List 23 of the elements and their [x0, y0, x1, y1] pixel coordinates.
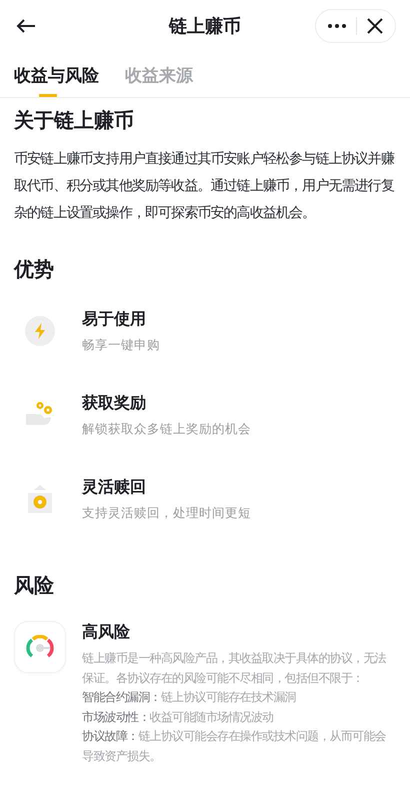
advantage-title: 获取奖励 — [82, 392, 147, 414]
risk-gauge-icon — [26, 635, 54, 659]
close-icon — [367, 18, 383, 34]
advantage-description: 解锁获取众多链上奖励的机会 — [82, 420, 252, 438]
back-arrow-icon — [16, 18, 36, 34]
lightning-icon — [25, 316, 55, 346]
coin-box-icon — [27, 484, 53, 514]
advantage-title: 易于使用 — [82, 308, 147, 330]
about-text: 币安链上赚币支持用户直接通过其币安账户轻松参与链上协议并赚取代币、积分或其他奖励等收益。通过链上赚币，用户无需进行复杂的链上设置或操作，即可探索币安的高收益机会。 — [14, 150, 396, 223]
tab[interactable]: 收益与风险 — [14, 64, 99, 97]
risk-point: 智能合约漏洞：链上协议可能存在技术漏洞 — [82, 689, 297, 706]
advantage-title: 灵活赎回 — [82, 476, 147, 498]
section-title: 关于链上赚币 — [14, 107, 135, 134]
advantage-description: 畅享一键申购 — [82, 336, 161, 354]
risk-description: 链上赚币是一种高风险产品，其收益取决于具体的协议，无法保证。各协议存在的风险可能不尽相同，包括但不限于： — [82, 650, 387, 686]
page-title: 链上赚币 — [169, 16, 241, 37]
more-icon — [328, 24, 346, 28]
section-title: 风险 — [14, 572, 55, 599]
risk-title: 高风险 — [82, 621, 131, 643]
section-title: 优势 — [14, 256, 55, 283]
advantage-description: 支持灵活赎回，处理时间更短 — [82, 504, 252, 522]
risk-point: 市场波动性：收益可能随市场情况波动 — [82, 708, 274, 726]
risk-point: 协议故障：链上协议可能会存在操作或技术问题，从而可能会导致资产损失。 — [82, 728, 387, 764]
